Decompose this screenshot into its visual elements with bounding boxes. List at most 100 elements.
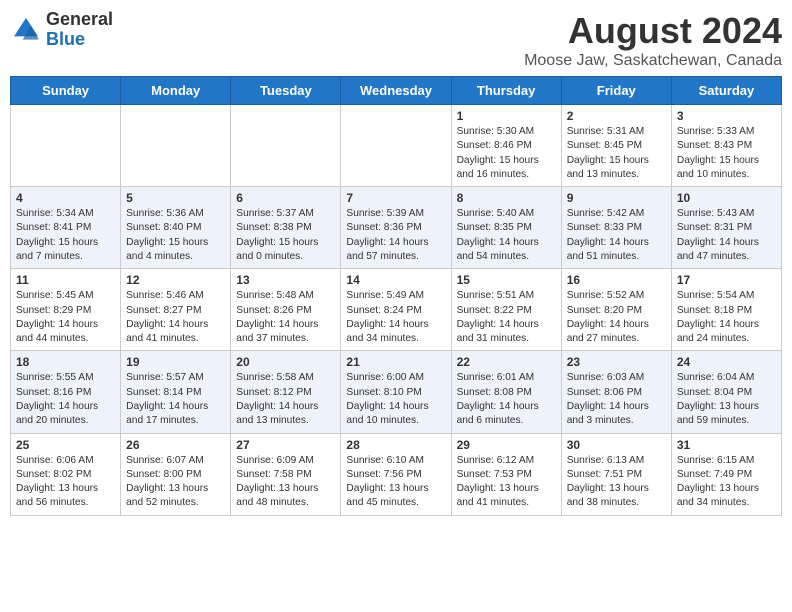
- day-cell-0-0: [11, 105, 121, 187]
- day-number: 9: [567, 191, 666, 205]
- header-monday: Monday: [121, 77, 231, 105]
- day-cell-0-3: [341, 105, 451, 187]
- day-cell-3-1: 19 Sunrise: 5:57 AMSunset: 8:14 PMDayligh…: [121, 351, 231, 433]
- day-cell-4-0: 25 Sunrise: 6:06 AMSunset: 8:02 PMDayligh…: [11, 433, 121, 515]
- day-cell-4-6: 31 Sunrise: 6:15 AMSunset: 7:49 PMDayligh…: [671, 433, 781, 515]
- day-info: Sunrise: 5:48 AMSunset: 8:26 PMDaylight:…: [236, 289, 335, 346]
- day-number: 11: [16, 273, 115, 287]
- day-info: Sunrise: 6:09 AMSunset: 7:58 PMDaylight:…: [236, 454, 335, 511]
- day-cell-4-5: 30Sunrise: 6:13 AMSunset: 7:51 PMDayligh…: [561, 433, 671, 515]
- day-info: Sunrise: 5:46 AMSunset: 8:27 PMDaylight:…: [126, 289, 225, 346]
- day-cell-3-4: 22Sunrise: 6:01 AMSunset: 8:08 PMDayligh…: [451, 351, 561, 433]
- day-number: 16: [567, 273, 666, 287]
- day-number: 5: [126, 191, 225, 205]
- day-number: 18: [16, 355, 115, 369]
- day-cell-3-2: 20 Sunrise: 5:58 AMSunset: 8:12 PMDayligh…: [231, 351, 341, 433]
- week-row-2: 4Sunrise: 5:34 AMSunset: 8:41 PMDaylight…: [11, 187, 782, 269]
- day-number: 31: [677, 438, 776, 452]
- day-info: Sunrise: 6:03 AMSunset: 8:06 PMDaylight:…: [567, 371, 666, 428]
- day-info: Sunrise: 6:06 AMSunset: 8:02 PMDaylight:…: [16, 454, 115, 511]
- day-cell-1-0: 4Sunrise: 5:34 AMSunset: 8:41 PMDaylight…: [11, 187, 121, 269]
- week-row-4: 18Sunrise: 5:55 AMSunset: 8:16 PMDayligh…: [11, 351, 782, 433]
- day-info: Sunrise: 6:15 AMSunset: 7:49 PMDaylight:…: [677, 454, 776, 511]
- day-number: 25: [16, 438, 115, 452]
- day-info: Sunrise: 5:33 AMSunset: 8:43 PMDaylight:…: [677, 125, 776, 182]
- header-sunday: Sunday: [11, 77, 121, 105]
- day-number: 12: [126, 273, 225, 287]
- day-number: 27: [236, 438, 335, 452]
- day-info: Sunrise: 6:12 AMSunset: 7:53 PMDaylight:…: [457, 454, 556, 511]
- day-info: Sunrise: 6:00 AMSunset: 8:10 PMDaylight:…: [346, 371, 445, 428]
- header-thursday: Thursday: [451, 77, 561, 105]
- day-cell-3-0: 18Sunrise: 5:55 AMSunset: 8:16 PMDayligh…: [11, 351, 121, 433]
- day-number: 23: [567, 355, 666, 369]
- day-number: 7: [346, 191, 445, 205]
- day-cell-3-5: 23 Sunrise: 6:03 AMSunset: 8:06 PMDayligh…: [561, 351, 671, 433]
- day-cell-4-1: 26Sunrise: 6:07 AMSunset: 8:00 PMDayligh…: [121, 433, 231, 515]
- day-cell-0-5: 2Sunrise: 5:31 AMSunset: 8:45 PMDaylight…: [561, 105, 671, 187]
- day-number: 10: [677, 191, 776, 205]
- day-info: Sunrise: 6:10 AMSunset: 7:56 PMDaylight:…: [346, 454, 445, 511]
- day-cell-2-0: 11 Sunrise: 5:45 AMSunset: 8:29 PMDayligh…: [11, 269, 121, 351]
- day-cell-0-1: [121, 105, 231, 187]
- day-number: 21: [346, 355, 445, 369]
- header-wednesday: Wednesday: [341, 77, 451, 105]
- header-saturday: Saturday: [671, 77, 781, 105]
- day-cell-2-6: 17 Sunrise: 5:54 AMSunset: 8:18 PMDayligh…: [671, 269, 781, 351]
- subtitle: Moose Jaw, Saskatchewan, Canada: [524, 52, 782, 70]
- day-cell-1-6: 10 Sunrise: 5:43 AMSunset: 8:31 PMDayligh…: [671, 187, 781, 269]
- day-info: Sunrise: 5:40 AMSunset: 8:35 PMDaylight:…: [457, 207, 556, 264]
- day-number: 13: [236, 273, 335, 287]
- logo-general-text: General: [46, 10, 113, 30]
- page-header: General Blue August 2024 Moose Jaw, Sask…: [10, 10, 782, 70]
- day-number: 19: [126, 355, 225, 369]
- header-row: Sunday Monday Tuesday Wednesday Thursday…: [11, 77, 782, 105]
- day-cell-1-1: 5 Sunrise: 5:36 AMSunset: 8:40 PMDaylight…: [121, 187, 231, 269]
- day-number: 17: [677, 273, 776, 287]
- logo-text: General Blue: [46, 10, 113, 50]
- calendar-table: Sunday Monday Tuesday Wednesday Thursday…: [10, 76, 782, 516]
- day-number: 29: [457, 438, 556, 452]
- day-cell-0-4: 1 Sunrise: 5:30 AMSunset: 8:46 PMDaylight…: [451, 105, 561, 187]
- day-number: 26: [126, 438, 225, 452]
- week-row-5: 25 Sunrise: 6:06 AMSunset: 8:02 PMDayligh…: [11, 433, 782, 515]
- day-info: Sunrise: 5:43 AMSunset: 8:31 PMDaylight:…: [677, 207, 776, 264]
- day-number: 8: [457, 191, 556, 205]
- day-cell-2-3: 14Sunrise: 5:49 AMSunset: 8:24 PMDayligh…: [341, 269, 451, 351]
- day-info: Sunrise: 5:36 AMSunset: 8:40 PMDaylight:…: [126, 207, 225, 264]
- day-info: Sunrise: 5:52 AMSunset: 8:20 PMDaylight:…: [567, 289, 666, 346]
- header-tuesday: Tuesday: [231, 77, 341, 105]
- day-cell-0-2: [231, 105, 341, 187]
- day-info: Sunrise: 5:54 AMSunset: 8:18 PMDaylight:…: [677, 289, 776, 346]
- day-number: 24: [677, 355, 776, 369]
- week-row-3: 11 Sunrise: 5:45 AMSunset: 8:29 PMDayligh…: [11, 269, 782, 351]
- day-number: 3: [677, 109, 776, 123]
- day-cell-2-1: 12 Sunrise: 5:46 AMSunset: 8:27 PMDayligh…: [121, 269, 231, 351]
- day-info: Sunrise: 6:13 AMSunset: 7:51 PMDaylight:…: [567, 454, 666, 511]
- day-info: Sunrise: 5:39 AMSunset: 8:36 PMDaylight:…: [346, 207, 445, 264]
- day-cell-4-3: 28 Sunrise: 6:10 AMSunset: 7:56 PMDayligh…: [341, 433, 451, 515]
- day-cell-2-4: 15Sunrise: 5:51 AMSunset: 8:22 PMDayligh…: [451, 269, 561, 351]
- day-number: 1: [457, 109, 556, 123]
- day-cell-2-2: 13 Sunrise: 5:48 AMSunset: 8:26 PMDayligh…: [231, 269, 341, 351]
- title-area: August 2024 Moose Jaw, Saskatchewan, Can…: [524, 10, 782, 70]
- day-cell-1-5: 9Sunrise: 5:42 AMSunset: 8:33 PMDaylight…: [561, 187, 671, 269]
- day-number: 20: [236, 355, 335, 369]
- logo-blue-text: Blue: [46, 30, 113, 50]
- day-info: Sunrise: 5:57 AMSunset: 8:14 PMDaylight:…: [126, 371, 225, 428]
- day-info: Sunrise: 5:58 AMSunset: 8:12 PMDaylight:…: [236, 371, 335, 428]
- day-cell-0-6: 3 Sunrise: 5:33 AMSunset: 8:43 PMDaylight…: [671, 105, 781, 187]
- day-number: 28: [346, 438, 445, 452]
- day-info: Sunrise: 5:49 AMSunset: 8:24 PMDaylight:…: [346, 289, 445, 346]
- main-title: August 2024: [524, 10, 782, 52]
- day-info: Sunrise: 6:04 AMSunset: 8:04 PMDaylight:…: [677, 371, 776, 428]
- day-cell-3-6: 24 Sunrise: 6:04 AMSunset: 8:04 PMDayligh…: [671, 351, 781, 433]
- day-info: Sunrise: 5:45 AMSunset: 8:29 PMDaylight:…: [16, 289, 115, 346]
- day-info: Sunrise: 5:30 AMSunset: 8:46 PMDaylight:…: [457, 125, 556, 182]
- day-info: Sunrise: 5:51 AMSunset: 8:22 PMDaylight:…: [457, 289, 556, 346]
- day-cell-4-4: 29 Sunrise: 6:12 AMSunset: 7:53 PMDayligh…: [451, 433, 561, 515]
- day-cell-2-5: 16 Sunrise: 5:52 AMSunset: 8:20 PMDayligh…: [561, 269, 671, 351]
- day-info: Sunrise: 5:34 AMSunset: 8:41 PMDaylight:…: [16, 207, 115, 264]
- day-number: 2: [567, 109, 666, 123]
- logo: General Blue: [10, 10, 113, 50]
